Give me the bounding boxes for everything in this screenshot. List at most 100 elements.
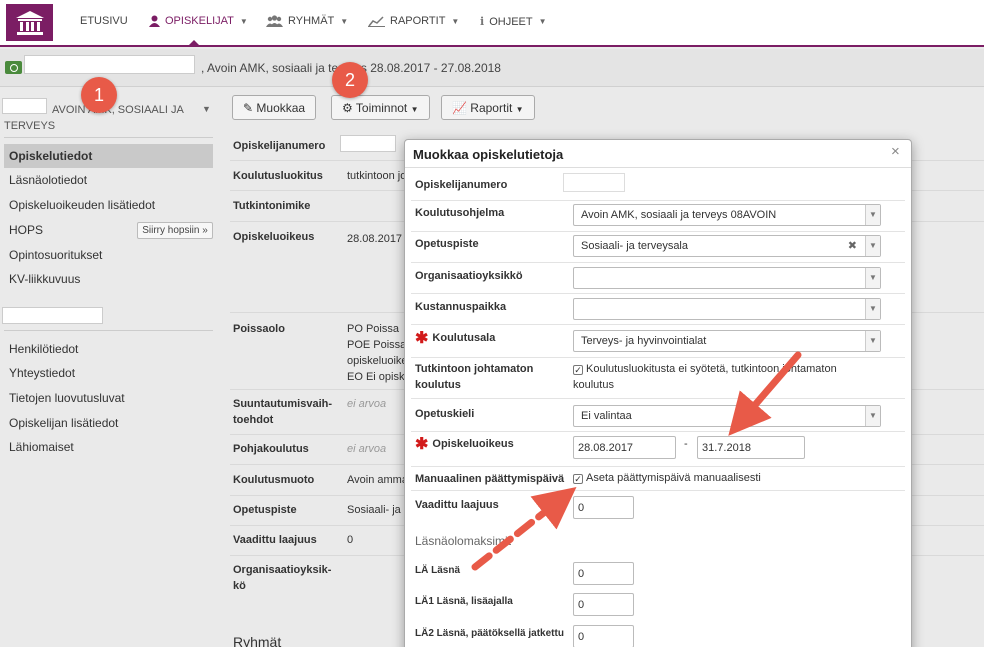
divider <box>411 398 905 399</box>
manual-end-date-checkbox-label: Aseta päättymispäivä manuaalisesti <box>586 472 761 484</box>
presence-la-input[interactable]: 0 <box>573 562 634 585</box>
program-select[interactable]: Avoin AMK, sosiaali ja terveys 08AVOIN ▼ <box>573 204 881 226</box>
required-icon: ✱ <box>415 436 429 453</box>
field-value: 0 <box>347 534 354 546</box>
cost-center-select[interactable]: ▼ <box>573 298 881 320</box>
study-right-label: ✱ Opiskeluoikeus <box>415 436 514 453</box>
nav-opiskelijat[interactable]: OPISKELIJAT ▼ <box>149 15 248 27</box>
sidebar-item-label: HOPS <box>9 223 44 237</box>
sidebar-item-opiskelijan-lisatiedot[interactable]: Opiskelijan lisätiedot <box>4 411 213 435</box>
presence-la-label: LÄ Läsnä <box>415 565 461 576</box>
nav-ryhmat-label: RYHMÄT <box>288 15 335 27</box>
chevron-down-icon: ▼ <box>410 105 419 114</box>
nav-raportit[interactable]: RAPORTIT ▼ <box>368 15 459 27</box>
sidebar-item-label: KV-liikkuvuus <box>9 272 81 286</box>
presence-la1-input[interactable]: 0 <box>573 593 634 616</box>
nav-ohjeet[interactable]: i OHJEET ▼ <box>480 15 547 28</box>
groups-heading: Ryhmät <box>233 634 282 647</box>
language-select-value: Ei valintaa <box>581 410 632 422</box>
sidebar-item-label: Opiskeluoikeuden lisätiedot <box>9 198 156 212</box>
non-degree-checkbox-label: Koulutusluokitusta ei syötetä, tutkintoo… <box>586 363 837 375</box>
divider <box>411 431 905 432</box>
sidebar: AVOIN AMK, SOSIAALI JA TERVEYS ▼ Opiskel… <box>0 88 220 647</box>
actions-button[interactable]: ⚙ Toiminnot ▼ <box>331 95 430 120</box>
group-icon <box>266 15 283 27</box>
chevron-down-icon[interactable]: ▼ <box>202 104 211 114</box>
go-to-hops-button[interactable]: Siirry hopsiin » <box>137 222 213 239</box>
nav-etusivu[interactable]: ETUSIVU <box>80 15 128 27</box>
close-icon[interactable]: × <box>891 143 900 160</box>
field-of-education-select[interactable]: Terveys- ja hyvinvointialat ▼ <box>573 330 881 352</box>
checkmark-icon[interactable]: ✓ <box>573 474 583 484</box>
sidebar-item-label: Läsnäolotiedot <box>9 173 88 187</box>
redacted-student-number <box>563 173 625 192</box>
study-right-end-input[interactable]: 31.7.2018 <box>697 436 805 459</box>
field-value: EO Ei opisk <box>347 371 405 383</box>
field-value: ei arvoa <box>347 443 387 455</box>
presence-max-heading: Läsnäolomaksimit <box>415 534 512 548</box>
sidebar-item-lahiomaiset[interactable]: Lähiomaiset <box>4 435 213 459</box>
chevron-down-icon: ▼ <box>538 17 547 26</box>
field-value: opiskeluoike <box>347 355 408 367</box>
field-value: Avoin amma <box>347 474 408 486</box>
required-credits-input[interactable]: 0 <box>573 496 634 519</box>
edit-button[interactable]: ✎ Muokkaa <box>232 95 317 120</box>
manual-end-date-checkbox[interactable]: ✓ Aseta päättymispäivä manuaalisesti <box>573 471 761 486</box>
presence-la2-input[interactable]: 0 <box>573 625 634 647</box>
active-status-icon <box>5 61 22 74</box>
manual-end-date-label: Manuaalinen päättymispäivä <box>415 473 565 485</box>
divider <box>411 466 905 467</box>
field-value: tutkintoon jo <box>347 170 407 182</box>
sidebar-item-label: Opintosuoritukset <box>9 248 103 262</box>
sidebar-item-tietojen-luovutusluvat[interactable]: Tietojen luovutusluvat <box>4 386 213 410</box>
sidebar-item-label: Henkilötiedot <box>9 342 79 356</box>
field-label: Organisaatioyksik- <box>233 564 332 576</box>
divider <box>405 167 911 168</box>
checkmark-icon[interactable]: ✓ <box>573 365 583 375</box>
sidebar-item-opiskeluoikeuden-lisatiedot[interactable]: Opiskeluoikeuden lisätiedot <box>4 193 213 217</box>
study-right-start-input[interactable]: 28.08.2017 <box>573 436 676 459</box>
teaching-point-select-value: Sosiaali- ja terveysala <box>581 240 688 252</box>
redacted-student-number <box>340 135 396 152</box>
language-select[interactable]: Ei valintaa ▼ <box>573 405 881 427</box>
sidebar-item-label: Opiskelijan lisätiedot <box>9 416 119 430</box>
info-icon: i <box>480 15 485 28</box>
chevron-down-icon: ▼ <box>340 16 349 26</box>
clear-icon[interactable]: ✖ <box>848 239 857 252</box>
chevron-down-icon: ▼ <box>865 406 880 426</box>
divider <box>411 231 905 232</box>
divider <box>411 324 905 325</box>
sidebar-item-label: Opiskelutiedot <box>9 149 93 163</box>
sidebar-item-opiskelutiedot[interactable]: Opiskelutiedot <box>4 144 213 168</box>
student-number-label: Opiskelijanumero <box>415 179 508 191</box>
field-of-education-label: ✱ Koulutusala <box>415 330 495 347</box>
university-logo-icon[interactable] <box>6 4 53 41</box>
sidebar-item-opintosuoritukset[interactable]: Opintosuoritukset <box>4 243 213 267</box>
non-degree-checkbox[interactable]: ✓ Koulutusluokitusta ei syötetä, tutkinto… <box>573 362 837 377</box>
chevron-down-icon: ▼ <box>865 299 880 319</box>
sidebar-item-kv-liikkuvuus[interactable]: KV-liikkuvuus <box>4 267 213 291</box>
teaching-point-label: Opetuspiste <box>415 238 479 250</box>
field-of-education-label-text: Koulutusala <box>432 332 496 344</box>
student-header: , Avoin AMK, sosiaali ja terveys 28.08.2… <box>0 49 984 87</box>
sidebar-item-label: Lähiomaiset <box>9 440 74 454</box>
nav-ryhmat[interactable]: RYHMÄT ▼ <box>266 15 348 27</box>
field-value: PO Poissa <box>347 323 399 335</box>
chart-icon: 📈 <box>452 101 467 115</box>
chevron-down-icon: ▼ <box>451 16 460 26</box>
field-label: Opiskelijanumero <box>233 140 326 152</box>
divider <box>411 293 905 294</box>
user-icon <box>149 15 160 27</box>
sidebar-item-lasnaolotiedot[interactable]: Läsnäolotiedot <box>4 168 213 192</box>
org-unit-label: Organisaatioyksikkö <box>415 270 523 282</box>
actions-button-label: Toiminnot <box>355 101 408 115</box>
sidebar-item-yhteystiedot[interactable]: Yhteystiedot <box>4 361 213 385</box>
divider <box>411 262 905 263</box>
field-label: Koulutusmuoto <box>233 474 315 486</box>
teaching-point-select[interactable]: Sosiaali- ja terveysala ✖ ▼ <box>573 235 881 257</box>
nav-opiskelijat-label: OPISKELIJAT <box>165 15 234 27</box>
sidebar-item-henkilotiedot[interactable]: Henkilötiedot <box>4 337 213 361</box>
field-value: ei arvoa <box>347 398 387 410</box>
reports-button[interactable]: 📈 Raportit ▼ <box>441 95 535 120</box>
org-unit-select[interactable]: ▼ <box>573 267 881 289</box>
